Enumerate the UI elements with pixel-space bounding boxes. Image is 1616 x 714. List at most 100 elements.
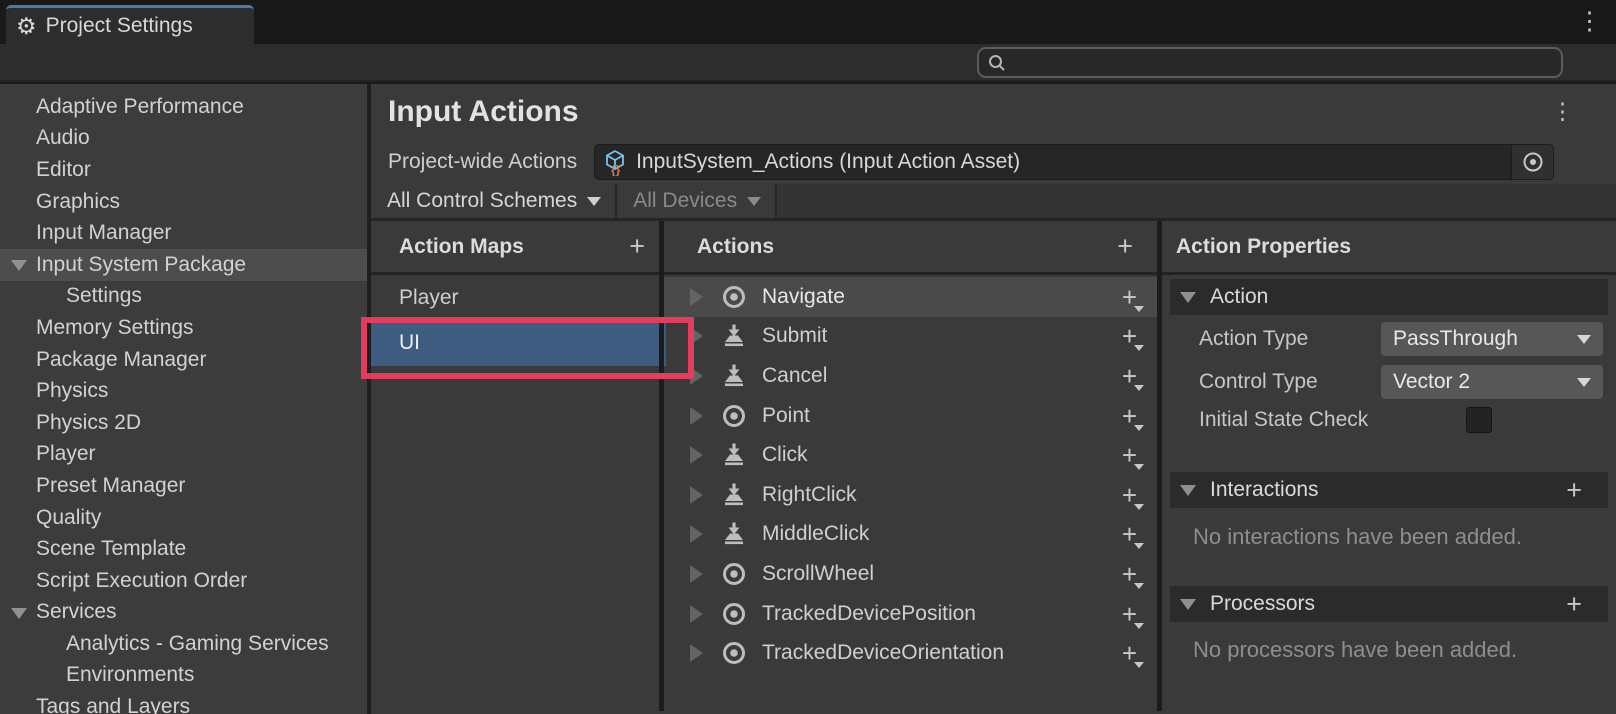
action-maps-list: Player UI — [371, 275, 659, 366]
action-row[interactable]: RightClick + — [664, 475, 1157, 515]
control-type-dropdown[interactable]: Vector 2 — [1381, 365, 1603, 399]
expander-icon[interactable] — [690, 605, 703, 623]
add-action-map-button[interactable]: + — [629, 233, 645, 260]
add-binding-button[interactable]: + — [1122, 521, 1137, 547]
sidebar-item-label: Preset Manager — [36, 474, 185, 498]
add-binding-button[interactable]: + — [1122, 363, 1137, 389]
sidebar-item[interactable]: Preset Manager — [0, 470, 367, 502]
chevron-down-icon — [1134, 504, 1144, 510]
button-action-icon — [721, 323, 747, 349]
expander-icon[interactable] — [690, 367, 703, 385]
action-row[interactable]: ScrollWheel + — [664, 554, 1157, 594]
expander-icon[interactable] — [690, 565, 703, 583]
search-box[interactable] — [977, 47, 1563, 78]
action-row[interactable]: Cancel + — [664, 356, 1157, 396]
panel-kebab-menu-icon[interactable]: ⋮ — [1551, 98, 1574, 125]
sidebar-item[interactable]: Scene Template — [0, 533, 367, 565]
sidebar-item[interactable]: Memory Settings — [0, 312, 367, 344]
sidebar-item-label: Input Manager — [36, 221, 171, 245]
action-label: TrackedDeviceOrientation — [762, 641, 1004, 665]
sidebar-item[interactable]: Script Execution Order — [0, 565, 367, 597]
sidebar-item[interactable]: Editor — [0, 154, 367, 186]
action-type-label: Action Type — [1199, 327, 1381, 351]
tab-title: Project Settings — [46, 14, 193, 38]
sidebar-item[interactable]: Input System Package — [0, 249, 367, 281]
action-row[interactable]: TrackedDeviceOrientation + — [664, 633, 1157, 673]
sidebar-item-label: Input System Package — [36, 253, 246, 277]
add-binding-button[interactable]: + — [1122, 403, 1137, 429]
sidebar-item[interactable]: Audio — [0, 123, 367, 155]
add-binding-button[interactable]: + — [1122, 482, 1137, 508]
add-processor-button[interactable]: + — [1566, 591, 1582, 618]
sidebar-item-label: Audio — [36, 126, 90, 150]
action-type-dropdown[interactable]: PassThrough — [1381, 322, 1603, 356]
control-schemes-dropdown[interactable]: All Control Schemes — [371, 184, 617, 218]
window-kebab-menu-icon[interactable]: ⋮ — [1577, 9, 1602, 34]
sidebar-item-label: Scene Template — [36, 537, 186, 561]
sidebar-item[interactable]: Tags and Layers — [0, 691, 367, 714]
add-action-button[interactable]: + — [1117, 233, 1133, 260]
sidebar-item[interactable]: Graphics — [0, 186, 367, 218]
actions-header: Actions + — [664, 221, 1157, 275]
foldout-open-icon — [1180, 599, 1196, 610]
add-binding-button[interactable]: + — [1122, 640, 1137, 666]
sidebar-item[interactable]: Adaptive Performance — [0, 91, 367, 123]
action-row[interactable]: Point + — [664, 396, 1157, 436]
sidebar-item[interactable]: Package Manager — [0, 344, 367, 376]
sidebar-item[interactable]: Input Manager — [0, 217, 367, 249]
add-interaction-button[interactable]: + — [1566, 477, 1582, 504]
search-input[interactable] — [1013, 52, 1533, 74]
action-map-row[interactable]: Player — [371, 278, 659, 318]
sidebar-item[interactable]: Environments — [0, 660, 367, 692]
action-type-value: PassThrough — [1393, 327, 1577, 351]
sidebar-item-label: Analytics - Gaming Services — [66, 632, 329, 656]
add-binding-button[interactable]: + — [1122, 561, 1137, 587]
expander-icon[interactable] — [690, 446, 703, 464]
button-action-icon — [721, 482, 747, 508]
chevron-down-icon — [1134, 385, 1144, 391]
sidebar-item-label: Physics 2D — [36, 411, 141, 435]
expander-icon[interactable] — [690, 486, 703, 504]
object-picker-button[interactable] — [1511, 145, 1553, 179]
sidebar-item[interactable]: Physics 2D — [0, 407, 367, 439]
expander-icon[interactable] — [690, 644, 703, 662]
expander-icon[interactable] — [690, 288, 703, 306]
action-map-row[interactable]: UI — [371, 320, 666, 366]
chevron-down-icon — [1134, 345, 1144, 351]
add-binding-button[interactable]: + — [1122, 442, 1137, 468]
action-row[interactable]: MiddleClick + — [664, 515, 1157, 555]
sidebar-item[interactable]: Physics — [0, 375, 367, 407]
sidebar-item[interactable]: Quality — [0, 502, 367, 534]
add-binding-button[interactable]: + — [1122, 323, 1137, 349]
value-action-icon — [721, 640, 747, 666]
action-row[interactable]: Submit + — [664, 317, 1157, 357]
processors-foldout[interactable]: Processors + — [1170, 586, 1608, 622]
button-action-icon — [721, 521, 747, 547]
action-row[interactable]: Navigate + — [664, 277, 1157, 317]
initial-state-checkbox[interactable] — [1466, 407, 1492, 433]
action-label: MiddleClick — [762, 522, 869, 546]
foldout-open-icon — [11, 608, 27, 619]
expander-icon[interactable] — [690, 327, 703, 345]
sidebar-item[interactable]: Player — [0, 439, 367, 471]
sidebar-item[interactable]: Analytics - Gaming Services — [0, 628, 367, 660]
action-row[interactable]: Click + — [664, 435, 1157, 475]
sidebar-item-label: Memory Settings — [36, 316, 194, 340]
add-binding-button[interactable]: + — [1122, 601, 1137, 627]
sidebar-item[interactable]: Settings — [0, 281, 367, 313]
expander-icon[interactable] — [690, 407, 703, 425]
devices-dropdown[interactable]: All Devices — [617, 184, 777, 218]
action-foldout[interactable]: Action — [1170, 279, 1608, 315]
button-action-icon — [721, 442, 747, 468]
interactions-foldout[interactable]: Interactions + — [1170, 472, 1608, 508]
chevron-down-icon — [1134, 583, 1144, 589]
toolbar — [0, 44, 1616, 82]
tab-project-settings[interactable]: ⚙ Project Settings — [6, 5, 254, 44]
add-binding-button[interactable]: + — [1122, 284, 1137, 310]
asset-object-field[interactable]: {} InputSystem_Actions (Input Action Ass… — [594, 144, 1554, 180]
foldout-open-icon — [1180, 485, 1196, 496]
action-row[interactable]: TrackedDevicePosition + — [664, 594, 1157, 634]
sidebar-item[interactable]: Services — [0, 597, 367, 629]
chevron-down-icon — [1134, 623, 1144, 629]
expander-icon[interactable] — [690, 525, 703, 543]
